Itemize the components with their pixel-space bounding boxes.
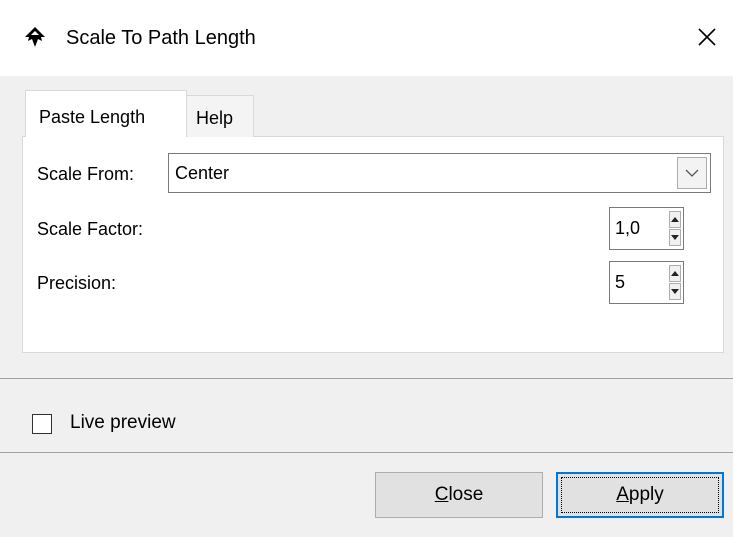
triangle-down-icon	[671, 235, 679, 240]
tab-paste-length[interactable]: Paste Length	[25, 90, 187, 137]
scale-factor-decrement[interactable]	[669, 229, 681, 246]
precision-label: Precision:	[37, 273, 117, 293]
scale-factor-increment[interactable]	[669, 211, 681, 228]
scale-factor-label: Scale Factor:	[37, 219, 144, 239]
separator	[0, 378, 733, 379]
title-bar: Scale To Path Length	[0, 0, 733, 76]
inkscape-logo-icon	[25, 27, 45, 47]
close-label: lose	[448, 484, 484, 505]
scale-factor-spinbox[interactable]: 1,0	[609, 207, 684, 250]
apply-button[interactable]: Apply	[556, 472, 724, 518]
precision-decrement[interactable]	[669, 283, 681, 300]
separator	[0, 452, 733, 453]
scale-from-value: Center	[175, 163, 230, 183]
dropdown-arrow-button[interactable]	[677, 157, 707, 189]
tab-help[interactable]: Help	[186, 95, 254, 137]
focus-ring	[561, 477, 719, 513]
live-preview-checkbox[interactable]	[32, 414, 52, 434]
close-icon	[698, 28, 716, 46]
scale-from-dropdown[interactable]: Center	[168, 153, 711, 193]
close-button[interactable]: Close	[375, 472, 543, 518]
scale-from-label: Scale From:	[37, 164, 135, 184]
precision-increment[interactable]	[669, 265, 681, 282]
triangle-up-icon	[671, 271, 679, 276]
precision-spinbox[interactable]: 5	[609, 261, 684, 304]
live-preview-label[interactable]: Live preview	[70, 412, 176, 434]
window-title: Scale To Path Length	[66, 27, 256, 49]
window-close-button[interactable]	[692, 22, 722, 52]
precision-value: 5	[615, 272, 626, 292]
close-mnemonic: C	[434, 484, 449, 505]
triangle-up-icon	[671, 217, 679, 222]
scale-factor-value: 1,0	[615, 218, 641, 238]
chevron-down-icon	[685, 169, 699, 177]
triangle-down-icon	[671, 289, 679, 294]
